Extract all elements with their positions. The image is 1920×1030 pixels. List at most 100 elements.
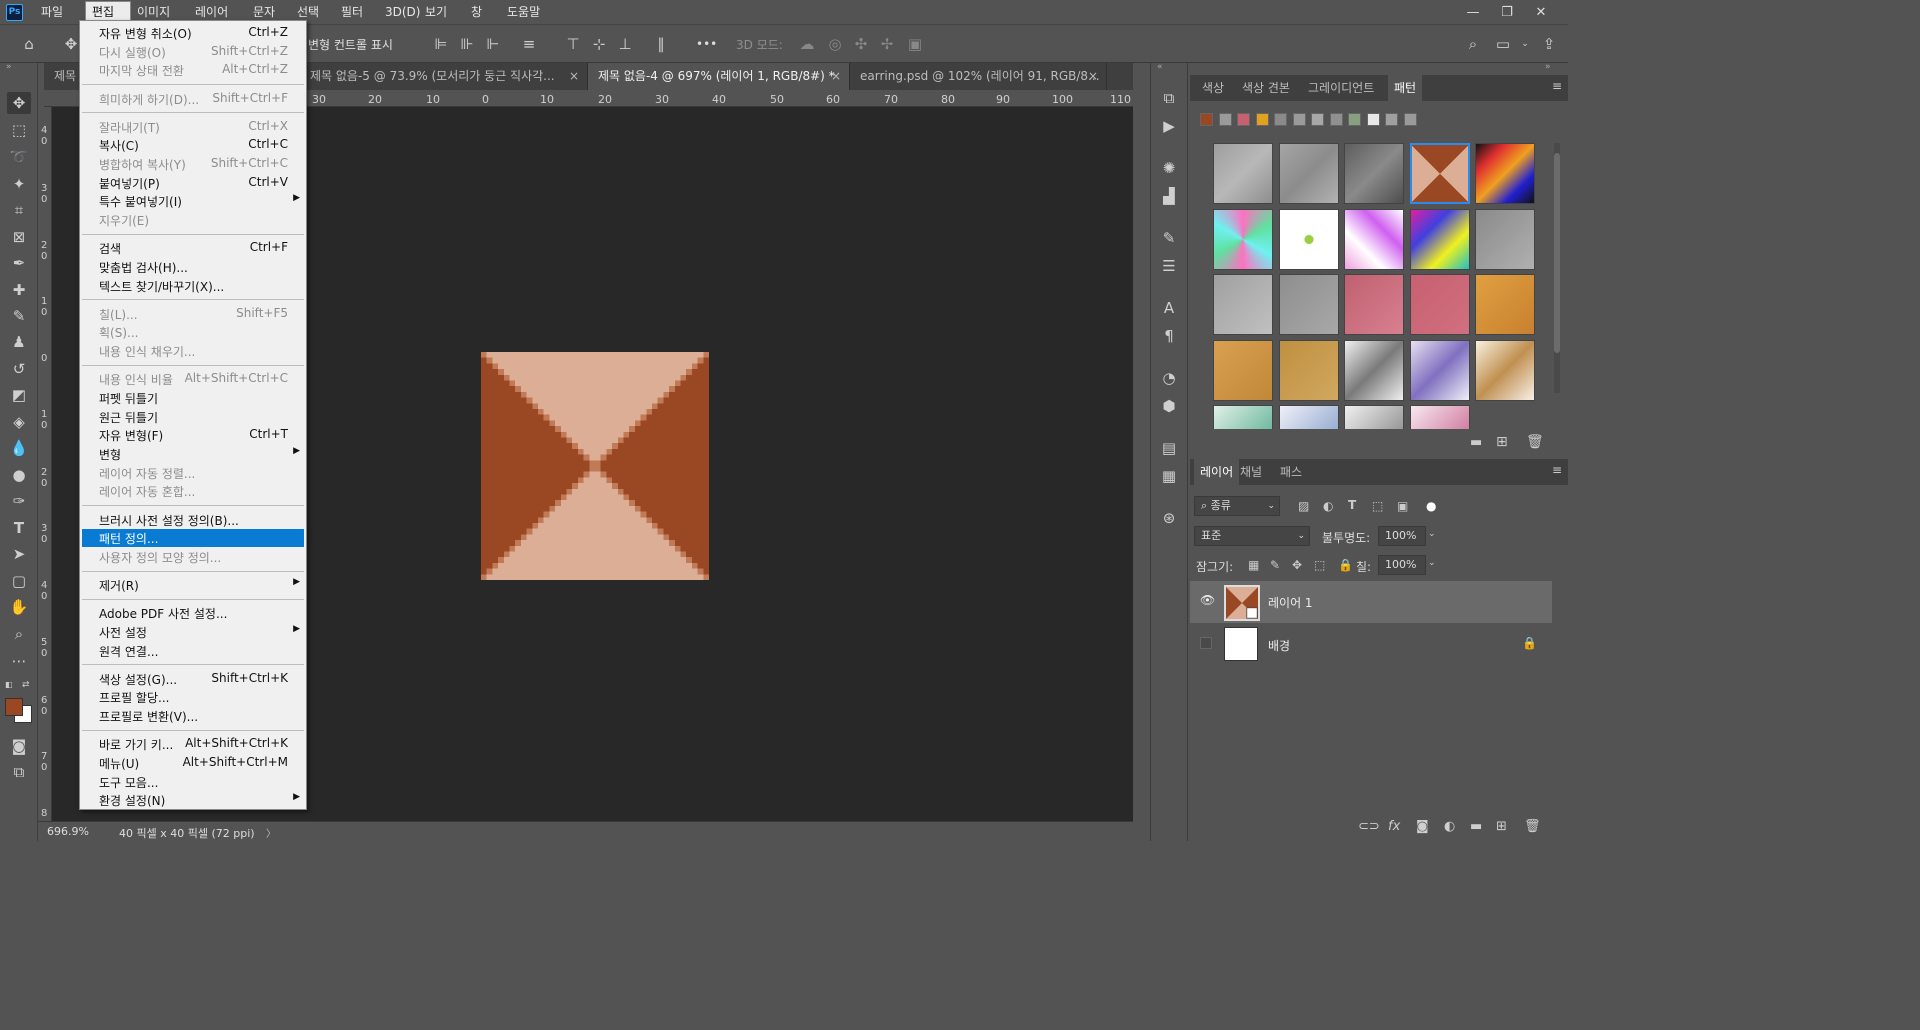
pattern-swatch[interactable] [1409, 143, 1470, 204]
libraries-icon[interactable]: ▤ [1158, 437, 1180, 459]
delete-layer-icon[interactable]: 🗑 [1524, 819, 1541, 834]
transform-controls-label[interactable]: 변형 컨트롤 표시 [308, 36, 393, 53]
opacity-input[interactable]: 100% [1378, 526, 1426, 546]
tab-gradients[interactable]: 그레이디언트 [1302, 75, 1380, 101]
menu-item[interactable]: 자유 변형 취소(O) Ctrl+Z [82, 24, 304, 42]
delete-pattern-icon[interactable]: 🗑 [1526, 434, 1544, 450]
collapse-arrows-icon[interactable]: « [1157, 62, 1163, 72]
blur-tool-icon[interactable]: 💧 [7, 437, 31, 459]
recent-pattern-swatch[interactable] [1274, 113, 1287, 126]
3d-pan-icon[interactable]: ✣ [850, 33, 872, 55]
tab-doc-4[interactable]: earring.psd @ 102% (레이어 91, RGB/8... × [850, 63, 1107, 90]
paint-bucket-tool-icon[interactable]: ◈ [7, 411, 31, 433]
align-center-icon[interactable]: ⊪ [456, 33, 478, 55]
restore-button[interactable]: ❐ [1490, 0, 1524, 24]
menu-item[interactable]: 파일(F) [35, 1, 85, 41]
pattern-swatch[interactable] [1475, 143, 1535, 204]
new-pattern-icon[interactable]: ⊞ [1496, 434, 1508, 450]
status-menu-arrow[interactable]: 〉 [266, 825, 276, 840]
align-top-icon[interactable]: ⊤ [562, 33, 584, 55]
lasso-tool-icon[interactable]: ➰ [7, 146, 31, 168]
pattern-swatch[interactable] [1213, 143, 1273, 204]
pattern-swatch[interactable] [1344, 339, 1404, 401]
frame-tool-icon[interactable]: ⊠ [7, 226, 31, 248]
pattern-swatch[interactable] [1213, 405, 1273, 429]
recent-pattern-swatch[interactable] [1329, 113, 1343, 126]
healing-brush-tool-icon[interactable]: ✚ [7, 279, 31, 301]
lock-image-icon[interactable]: ✎ [1270, 558, 1280, 572]
adjustment-layer-icon[interactable]: ◐ [1444, 819, 1455, 834]
distribute-vertical-icon[interactable]: ∥ [650, 33, 672, 55]
zoom-level[interactable]: 696.9% [47, 825, 89, 838]
menu-item[interactable]: 메뉴(U) Alt+Shift+Ctrl+M [82, 754, 304, 772]
3d-slide-icon[interactable]: ✢ [876, 33, 898, 55]
menu-item[interactable]: 잘라내기(T) Ctrl+X [82, 118, 304, 136]
rectangle-tool-icon[interactable]: ▢ [7, 570, 31, 592]
recent-pattern-swatch[interactable] [1237, 113, 1250, 126]
chevron-down-icon[interactable]: ⌄ [1514, 33, 1536, 55]
share-icon[interactable]: ⇪ [1538, 33, 1560, 55]
visibility-toggle[interactable] [1200, 637, 1212, 649]
lock-all-icon[interactable]: 🔒 [1338, 558, 1353, 572]
menu-item[interactable]: 사전 설정 ▶ [82, 623, 304, 641]
actions-play-icon[interactable]: ▶ [1158, 115, 1180, 137]
menu-item[interactable]: 패턴 정의... [82, 529, 304, 548]
menu-item[interactable]: 내용 인식 비율 Alt+Shift+Ctrl+C [82, 370, 304, 388]
left-ruler[interactable]: 40 30 20 10 0 10 20 30 40 50 60 70 8 [38, 107, 52, 821]
tab-paths[interactable]: 패스 [1274, 459, 1308, 485]
menu-item[interactable]: 병합하여 복사(Y) Shift+Ctrl+C [82, 155, 304, 173]
filter-shape-icon[interactable]: ⬚ [1372, 499, 1383, 513]
fx-icon[interactable]: fx [1388, 819, 1400, 834]
menu-item[interactable]: 복사(C) Ctrl+C [82, 136, 304, 154]
close-window-button[interactable]: ✕ [1524, 0, 1558, 24]
collapse-arrows-icon[interactable]: » [6, 62, 12, 72]
character-icon[interactable]: A [1158, 297, 1180, 319]
collapse-arrows-icon[interactable]: » [1545, 62, 1551, 72]
type-tool-icon[interactable]: T [7, 517, 31, 539]
brush-settings-icon[interactable]: ✎ [1158, 227, 1180, 249]
menu-item[interactable]: 필터(T) [335, 1, 379, 41]
menu-item[interactable]: 특수 붙여넣기(I) ▶ [82, 192, 304, 210]
search-icon[interactable]: ⌕ [1462, 33, 1484, 55]
tab-patterns[interactable]: 패턴 [1388, 75, 1423, 101]
link-layers-icon[interactable]: ⊂⊃ [1358, 819, 1380, 834]
history-brush-tool-icon[interactable]: ↺ [7, 358, 31, 380]
pattern-swatch[interactable] [1344, 143, 1404, 204]
menu-item[interactable]: 창(W) [465, 1, 501, 41]
menu-item[interactable]: 프로필 할당... [82, 688, 304, 706]
notes-icon[interactable]: ▦ [1158, 465, 1180, 487]
quick-mask-icon[interactable]: ◙ [7, 735, 31, 757]
menu-item[interactable]: 맞춤법 검사(H)... [82, 258, 304, 276]
close-tab-icon[interactable]: × [831, 63, 841, 90]
menu-item[interactable]: 희미하게 하기(D)... Shift+Ctrl+F [82, 90, 304, 108]
new-layer-icon[interactable]: ⊞ [1496, 819, 1507, 834]
filter-adjustment-icon[interactable]: ◐ [1323, 499, 1333, 513]
histogram-icon[interactable]: ▟ [1158, 185, 1180, 207]
paragraph-icon[interactable]: ¶ [1158, 325, 1180, 347]
pattern-swatch[interactable] [1213, 208, 1273, 270]
tab-channels[interactable]: 채널 [1234, 459, 1268, 485]
filter-smart-object-icon[interactable]: ▣ [1397, 499, 1408, 513]
pattern-swatch[interactable] [1409, 405, 1470, 429]
align-bottom-icon[interactable]: ⊥ [614, 33, 636, 55]
pattern-swatch[interactable] [1278, 405, 1339, 429]
filter-toggle-icon[interactable]: ● [1426, 499, 1436, 513]
tab-swatches[interactable]: 색상 견본 [1236, 75, 1296, 101]
lock-position-icon[interactable]: ✥ [1292, 558, 1302, 572]
home-icon[interactable]: ⌂ [18, 33, 40, 55]
align-right-icon[interactable]: ⊩ [482, 33, 504, 55]
brush-tool-icon[interactable]: ✎ [7, 305, 31, 327]
pattern-swatch[interactable] [1278, 208, 1339, 270]
pattern-swatch[interactable] [1278, 143, 1339, 204]
menu-item[interactable]: 획(S)... [82, 323, 304, 341]
menu-item[interactable]: 프로필로 변환(V)... [82, 707, 304, 725]
recent-pattern-swatch[interactable] [1366, 113, 1380, 126]
lock-artboard-icon[interactable]: ⬚ [1314, 558, 1325, 572]
menu-item[interactable]: 원격 연결... [82, 642, 304, 660]
layer-name[interactable]: 배경 [1268, 637, 1290, 654]
menu-item[interactable]: 원근 뒤틀기 [82, 408, 304, 426]
menu-item[interactable]: Adobe PDF 사전 설정... [82, 604, 304, 622]
recent-pattern-swatch[interactable] [1218, 113, 1232, 126]
pattern-swatch[interactable] [1409, 274, 1470, 335]
pattern-swatch[interactable] [1344, 274, 1404, 335]
